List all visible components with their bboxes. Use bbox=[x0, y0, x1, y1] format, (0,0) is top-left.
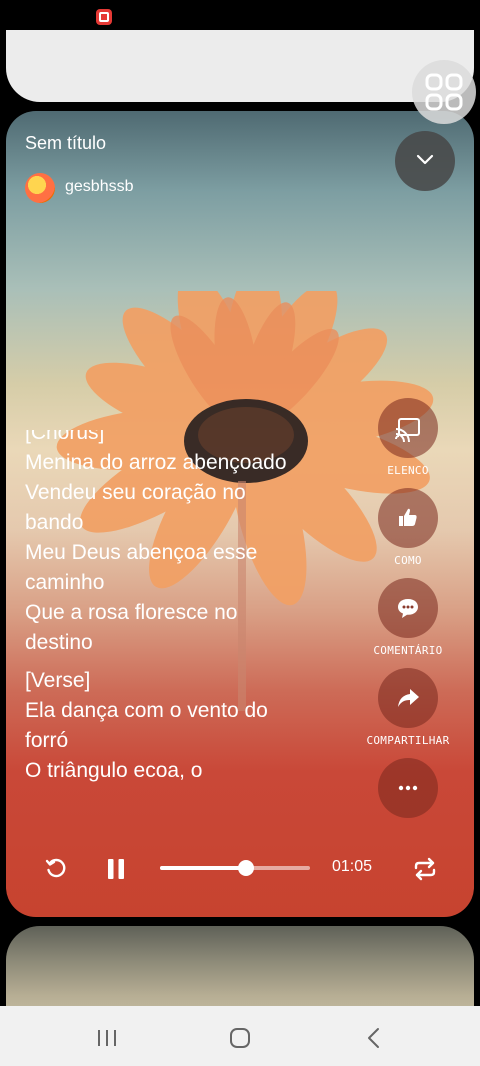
author-avatar[interactable] bbox=[25, 173, 55, 203]
lyric-line: [Chorus] bbox=[25, 430, 105, 444]
like-action[interactable]: COMO bbox=[348, 488, 468, 567]
more-action[interactable] bbox=[348, 758, 468, 818]
status-bar bbox=[0, 0, 480, 30]
share-icon bbox=[398, 689, 419, 707]
thumbs-up-icon bbox=[399, 508, 417, 526]
cast-action[interactable]: ELENCO bbox=[348, 398, 468, 477]
chevron-down-icon bbox=[416, 154, 434, 165]
share-action[interactable]: COMPARTILHAR bbox=[348, 668, 468, 747]
recent-apps-icon[interactable] bbox=[96, 1028, 118, 1048]
lyric-line: O triângulo ecoa, o bbox=[25, 759, 203, 782]
lyric-line: [Verse] bbox=[25, 669, 91, 692]
floating-apps-button[interactable] bbox=[412, 60, 476, 124]
comment-action[interactable]: COMENTÁRIO bbox=[348, 578, 468, 657]
cast-icon bbox=[395, 418, 420, 443]
lyric-line: Meu Deus abençoa esse bbox=[25, 541, 258, 564]
lyric-line: Vendeu seu coração no bbox=[25, 481, 246, 504]
comment-button[interactable] bbox=[378, 578, 438, 638]
lyric-line: Menina do arroz abençoado bbox=[25, 451, 287, 474]
progress-slider[interactable] bbox=[160, 860, 310, 876]
progress-thumb[interactable] bbox=[237, 860, 254, 876]
lyric-line: forró bbox=[25, 729, 69, 752]
song-title: Sem título bbox=[25, 133, 107, 153]
more-button[interactable] bbox=[378, 758, 438, 818]
lyric-line: Ela dança com o vento do bbox=[25, 699, 268, 722]
author-name[interactable]: gesbhssb bbox=[65, 178, 134, 196]
system-nav-bar bbox=[0, 1006, 480, 1066]
more-horizontal-icon bbox=[398, 785, 418, 791]
back-icon[interactable] bbox=[366, 1027, 382, 1049]
share-button[interactable] bbox=[378, 668, 438, 728]
app-notification-icon bbox=[96, 9, 112, 25]
previous-card[interactable] bbox=[6, 30, 474, 102]
comment-icon bbox=[398, 599, 418, 618]
cast-label: ELENCO bbox=[387, 464, 429, 477]
home-icon[interactable] bbox=[229, 1027, 251, 1049]
lyric-line: destino bbox=[25, 631, 93, 654]
share-label: COMPARTILHAR bbox=[366, 734, 450, 747]
like-label: COMO bbox=[394, 554, 422, 567]
pause-button[interactable] bbox=[106, 857, 126, 881]
lyric-line: Que a rosa floresce no bbox=[25, 601, 238, 624]
like-button[interactable] bbox=[378, 488, 438, 548]
lyrics: [Chorus] Menina do arroz abençoado Vende… bbox=[25, 430, 365, 786]
lyric-line: caminho bbox=[25, 571, 105, 594]
current-time: 01:05 bbox=[332, 858, 373, 875]
repeat-icon[interactable] bbox=[412, 856, 438, 882]
comment-label: COMENTÁRIO bbox=[373, 644, 443, 657]
replay-icon[interactable] bbox=[44, 857, 68, 881]
lyric-line: bando bbox=[25, 511, 84, 534]
playback-controls: 01:05 bbox=[6, 844, 474, 894]
collapse-button[interactable] bbox=[395, 131, 455, 191]
grid-icon bbox=[425, 73, 463, 111]
progress-fill bbox=[160, 866, 246, 870]
cast-button[interactable] bbox=[378, 398, 438, 458]
player-card: Sem título gesbhssb [Chorus] Menina do a… bbox=[6, 111, 474, 917]
